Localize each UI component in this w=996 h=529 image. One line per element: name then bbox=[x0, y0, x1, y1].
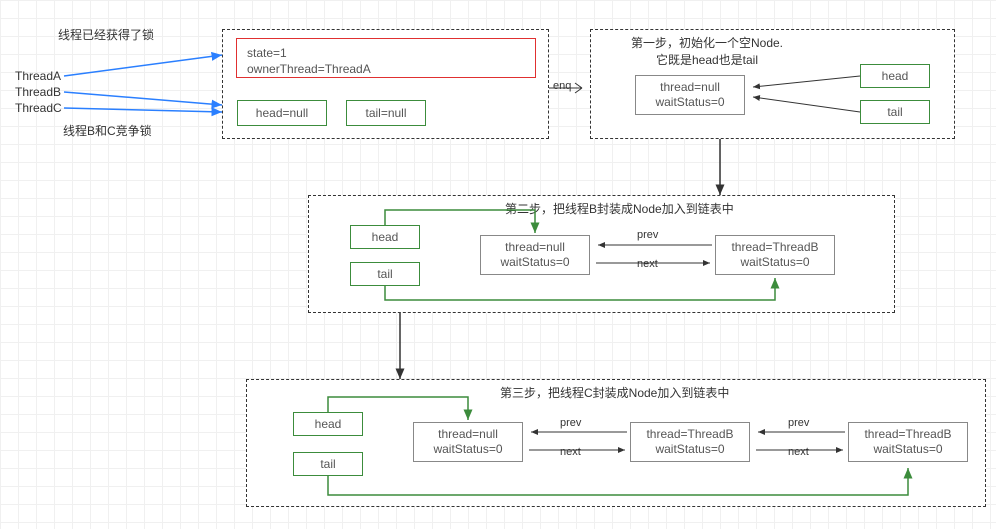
step3-head: head bbox=[293, 412, 363, 436]
s3-prev2: prev bbox=[788, 417, 809, 429]
s3-n0-l1: thread=null bbox=[422, 427, 514, 442]
step1-node: thread=null waitStatus=0 bbox=[635, 75, 745, 115]
step2-next: next bbox=[637, 258, 658, 270]
step2-n1-l2: waitStatus=0 bbox=[724, 255, 826, 270]
step2-node0: thread=null waitStatus=0 bbox=[480, 235, 590, 275]
label-threadC: ThreadC bbox=[15, 101, 62, 115]
step3-node0: thread=null waitStatus=0 bbox=[413, 422, 523, 462]
step2-title: 第二步，把线程B封装成Node加入到链表中 bbox=[505, 200, 734, 217]
s3-prev1: prev bbox=[560, 417, 581, 429]
step1-title-l2: 它既是head也是tail bbox=[617, 51, 797, 68]
s3-n2-l1: thread=ThreadB bbox=[857, 427, 959, 442]
step1-head: head bbox=[860, 64, 930, 88]
step1-tail: tail bbox=[860, 100, 930, 124]
step3-tail: tail bbox=[293, 452, 363, 476]
step2-prev: prev bbox=[637, 229, 658, 241]
step3-node2: thread=ThreadB waitStatus=0 bbox=[848, 422, 968, 462]
step2-node1: thread=ThreadB waitStatus=0 bbox=[715, 235, 835, 275]
step2-n0-l2: waitStatus=0 bbox=[489, 255, 581, 270]
label-competing: 线程B和C竞争锁 bbox=[63, 122, 152, 139]
state-line2: ownerThread=ThreadA bbox=[247, 61, 525, 77]
tail-null-box: tail=null bbox=[346, 100, 426, 126]
step2-n0-l1: thread=null bbox=[489, 240, 581, 255]
state-line1: state=1 bbox=[247, 45, 525, 61]
step1-node-l1: thread=null bbox=[644, 80, 736, 95]
s3-n1-l1: thread=ThreadB bbox=[639, 427, 741, 442]
label-enq: enq bbox=[553, 80, 571, 92]
step2-tail: tail bbox=[350, 262, 420, 286]
lock-state-box: state=1 ownerThread=ThreadA bbox=[236, 38, 536, 78]
step1-node-l2: waitStatus=0 bbox=[644, 95, 736, 110]
step2-head: head bbox=[350, 225, 420, 249]
s3-n2-l2: waitStatus=0 bbox=[857, 442, 959, 457]
s3-n0-l2: waitStatus=0 bbox=[422, 442, 514, 457]
diagram-canvas: 线程已经获得了锁 ThreadA ThreadB ThreadC 线程B和C竞争… bbox=[0, 0, 996, 529]
s3-next2: next bbox=[788, 446, 809, 458]
label-threadB: ThreadB bbox=[15, 85, 61, 99]
s3-n1-l2: waitStatus=0 bbox=[639, 442, 741, 457]
step3-title: 第三步，把线程C封装成Node加入到链表中 bbox=[500, 384, 729, 401]
step1-title-l1: 第一步，初始化一个空Node. bbox=[617, 34, 797, 51]
step1-title: 第一步，初始化一个空Node. 它既是head也是tail bbox=[617, 34, 797, 68]
label-threadA: ThreadA bbox=[15, 69, 61, 83]
label-lock-acquired: 线程已经获得了锁 bbox=[58, 26, 154, 43]
head-null-box: head=null bbox=[237, 100, 327, 126]
step2-n1-l1: thread=ThreadB bbox=[724, 240, 826, 255]
s3-next1: next bbox=[560, 446, 581, 458]
step3-node1: thread=ThreadB waitStatus=0 bbox=[630, 422, 750, 462]
